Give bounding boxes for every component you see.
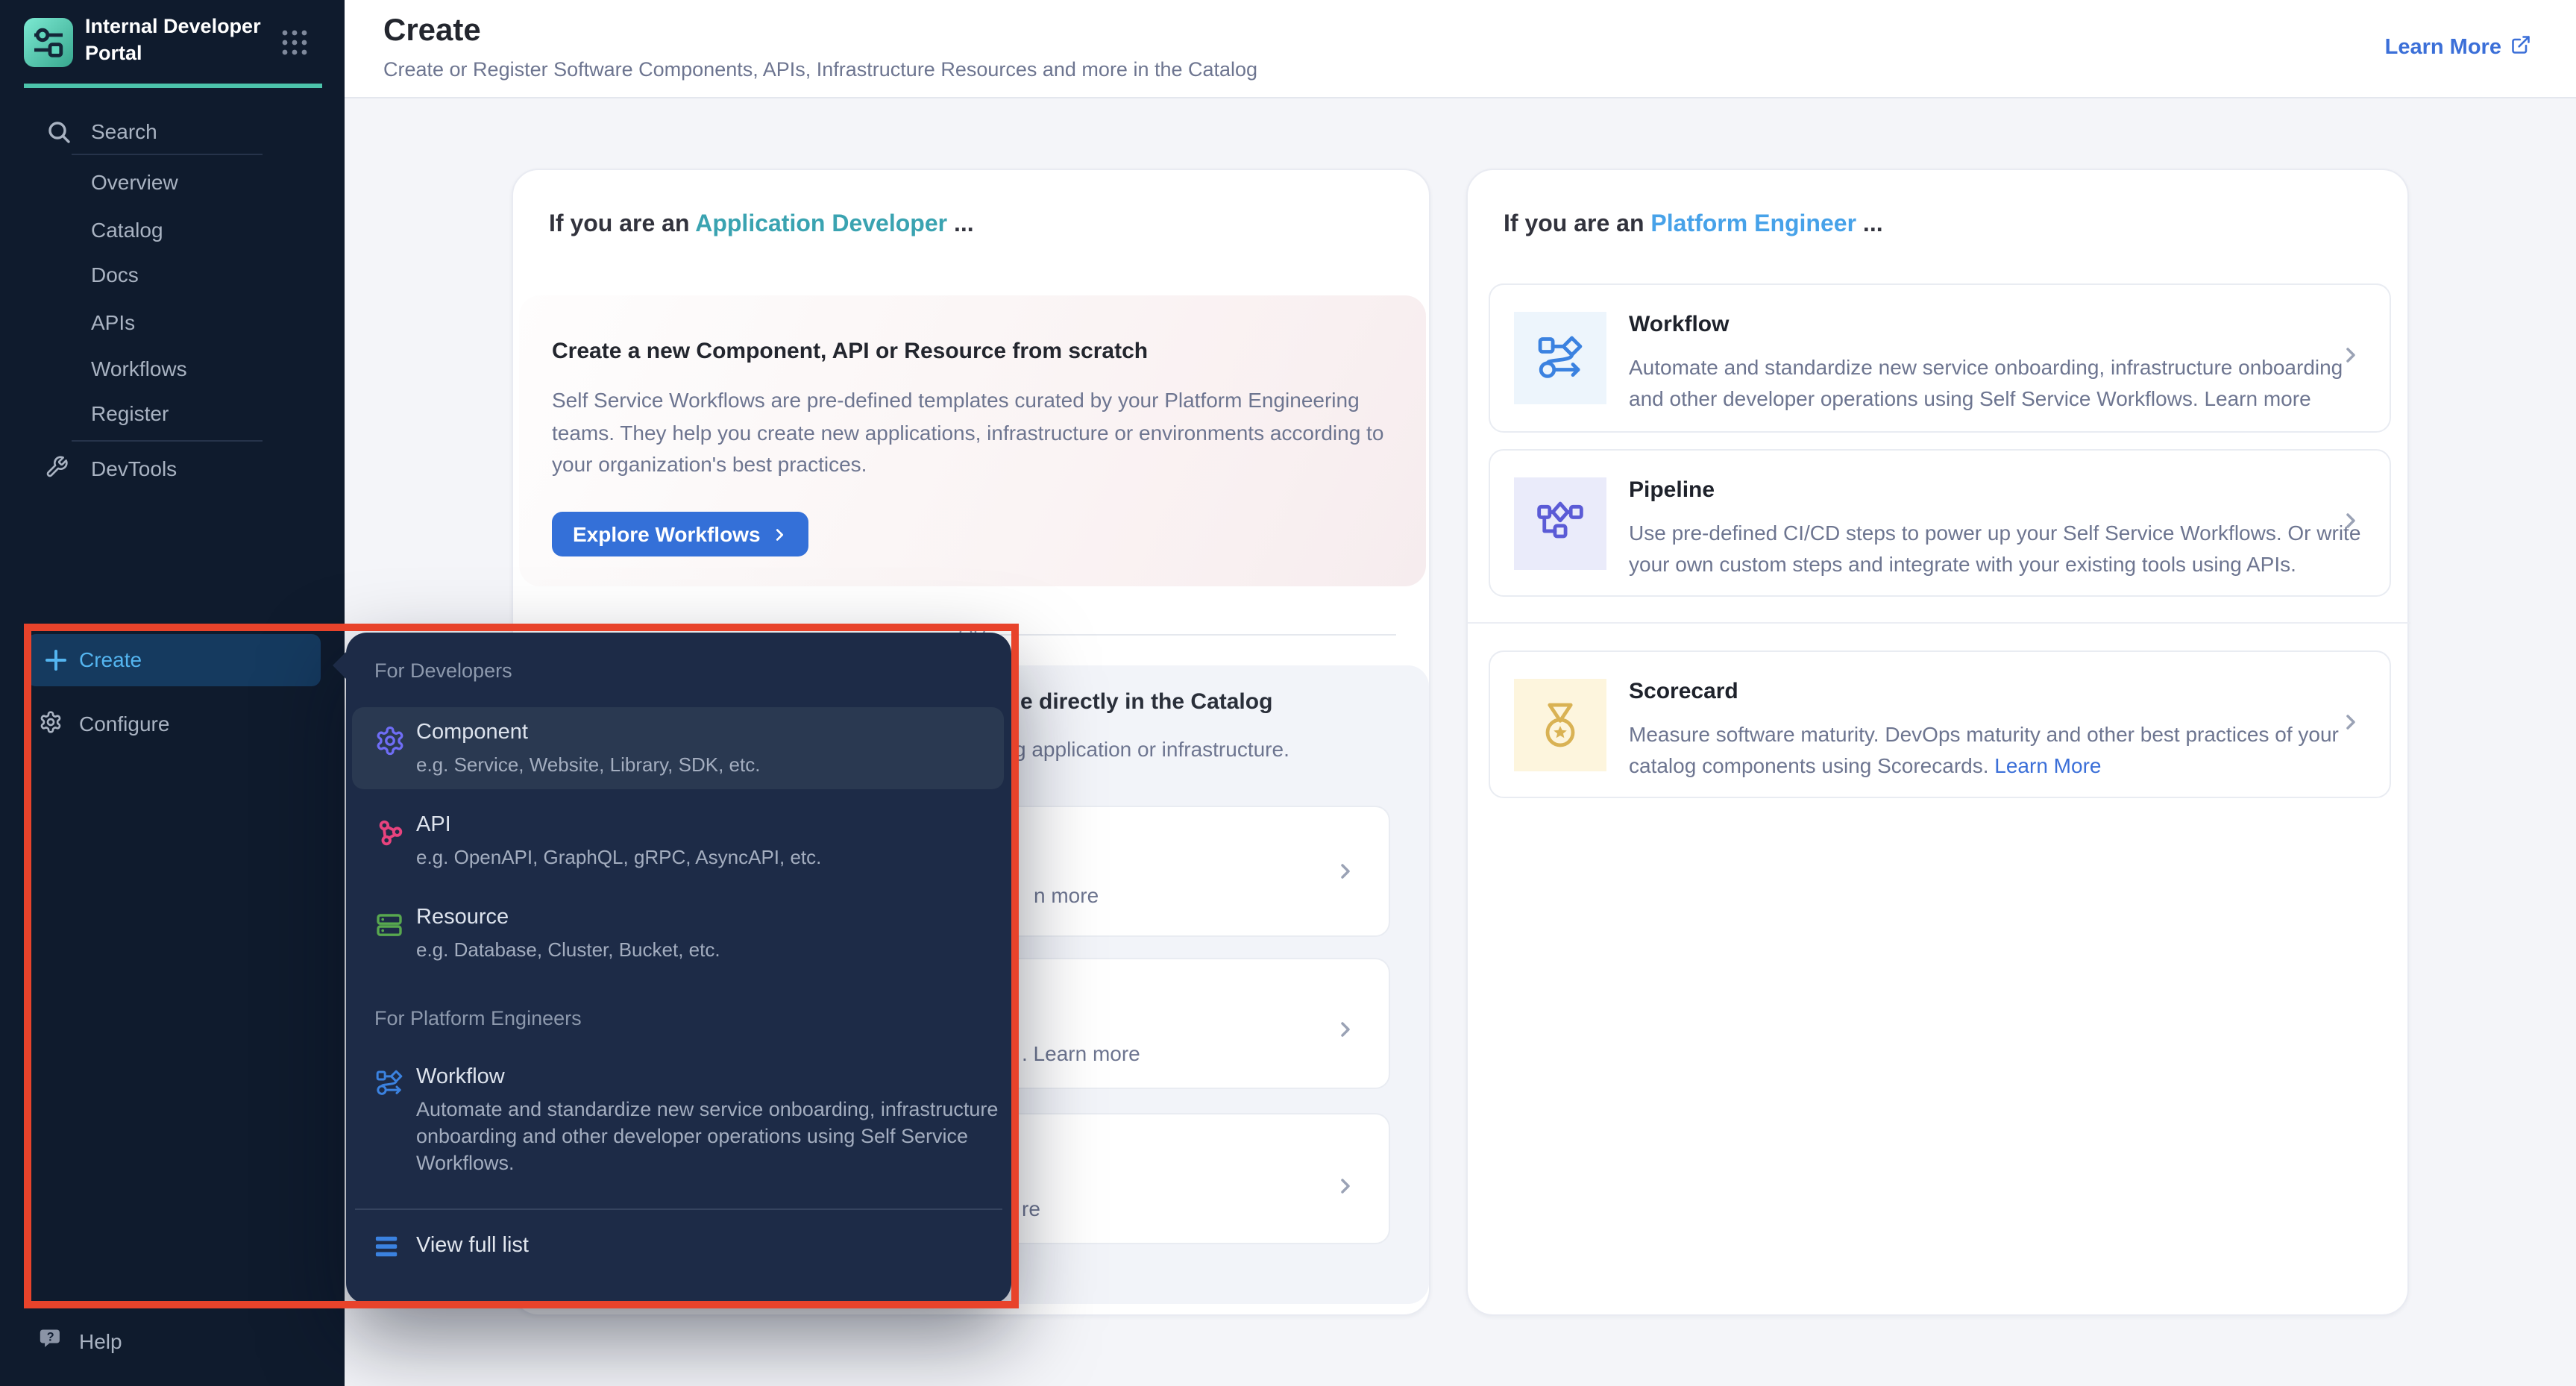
catalog-panel-subtitle-fragment: g application or infrastructure.	[1014, 737, 1289, 761]
component-item-title: Component	[416, 721, 528, 744]
sidebar-item-search[interactable]: Search	[91, 119, 157, 146]
sidebar-item-register[interactable]: Register	[91, 401, 169, 428]
sidebar-item-overview[interactable]: Overview	[91, 170, 178, 197]
workflow-row[interactable]: Workflow Automate and standardize new se…	[1489, 283, 2391, 433]
workflow-item-desc: Workflows.	[416, 1152, 515, 1174]
learn-more-link[interactable]: Learn More	[2385, 34, 2531, 61]
create-from-scratch-panel: Create a new Component, API or Resource …	[519, 295, 1426, 586]
create-flyout-menu: For Developers Component e.g. Service, W…	[346, 633, 1011, 1304]
apps-grid-icon[interactable]	[280, 28, 309, 64]
page-title: Create	[383, 13, 481, 49]
pipeline-icon	[1514, 477, 1606, 570]
chevron-right-icon	[1333, 1017, 1357, 1049]
scratch-panel-title: Create a new Component, API or Resource …	[552, 339, 1148, 364]
role-application-developer: Application Developer	[695, 212, 947, 237]
external-link-icon	[2510, 34, 2531, 61]
menu-divider	[355, 1208, 1002, 1210]
for-developers-section-label: For Developers	[374, 659, 512, 682]
view-full-list-label: View full list	[416, 1234, 529, 1258]
plus-icon	[45, 649, 67, 679]
sidebar-divider	[72, 154, 263, 155]
explore-workflows-button[interactable]: Explore Workflows	[552, 512, 808, 556]
learn-more-label: Learn More	[2385, 36, 2501, 60]
create-label: Create	[79, 647, 142, 671]
search-icon	[46, 119, 72, 152]
explore-workflows-label: Explore Workflows	[573, 522, 761, 546]
sidebar-accent-rule	[24, 84, 322, 87]
workflow-item-desc: Automate and standardize new service onb…	[416, 1098, 998, 1120]
chevron-right-icon	[1333, 859, 1357, 891]
sidebar-divider	[72, 440, 263, 442]
platform-engineer-card: If you are an Platform Engineer ... Wor	[1466, 169, 2409, 1316]
svg-text:?: ?	[47, 1330, 54, 1343]
sidebar-item-configure[interactable]: Configure	[79, 712, 169, 736]
workflow-item-desc: onboarding and other developer operation…	[416, 1125, 968, 1147]
pipeline-row[interactable]: Pipeline Use pre-defined CI/CD steps to …	[1489, 449, 2391, 597]
catalog-row-text-fragment: re	[1022, 1197, 1040, 1220]
sidebar-item-catalog[interactable]: Catalog	[91, 218, 163, 245]
scorecard-row-title: Scorecard	[1629, 679, 1738, 704]
list-icon	[374, 1234, 400, 1267]
app-title: Internal Developer Portal	[85, 13, 267, 66]
wrench-icon	[45, 455, 69, 486]
app-logo-icon	[24, 18, 73, 67]
pipeline-row-desc: your own custom steps and integrate with…	[1629, 552, 2296, 576]
scorecard-row-desc: catalog components using Scorecards. Lea…	[1629, 753, 2101, 777]
sidebar-item-create[interactable]: Create	[27, 634, 321, 686]
sidebar-item-apis[interactable]: APIs	[91, 310, 135, 337]
sidebar-item-devtools[interactable]: DevTools	[91, 457, 177, 483]
api-item-subtitle: e.g. OpenAPI, GraphQL, gRPC, AsyncAPI, e…	[416, 846, 821, 868]
resource-item-subtitle: e.g. Database, Cluster, Bucket, etc.	[416, 938, 720, 961]
workflow-row-title: Workflow	[1629, 312, 1729, 337]
pipeline-row-title: Pipeline	[1629, 477, 1715, 503]
workflow-item-title: Workflow	[416, 1065, 505, 1089]
chevron-right-icon	[771, 526, 788, 542]
sidebar: Internal Developer Portal Search Overvie…	[0, 0, 345, 1386]
component-gear-icon	[374, 725, 406, 764]
sidebar-item-help[interactable]: Help	[79, 1329, 122, 1353]
workflow-icon	[1514, 312, 1606, 404]
help-chat-icon: ?	[39, 1326, 66, 1361]
scratch-panel-body: your organization's best practices.	[552, 452, 867, 476]
scorecard-medal-icon	[1514, 679, 1606, 771]
component-item-subtitle: e.g. Service, Website, Library, SDK, etc…	[416, 753, 760, 776]
scorecard-row[interactable]: Scorecard Measure software maturity. Dev…	[1489, 650, 2391, 798]
page-header: Create Create or Register Software Compo…	[345, 0, 2576, 98]
api-item-title: API	[416, 813, 451, 837]
chevron-right-icon	[1333, 1174, 1357, 1205]
resource-stack-icon	[374, 910, 404, 947]
platform-engineer-card-title: If you are an Platform Engineer ...	[1504, 212, 1883, 239]
sidebar-item-docs[interactable]: Docs	[91, 263, 139, 289]
application-developer-card-title: If you are an Application Developer ...	[549, 212, 974, 239]
sidebar-item-workflows[interactable]: Workflows	[91, 357, 187, 383]
workflow-icon	[374, 1068, 404, 1106]
role-platform-engineer: Platform Engineer	[1650, 212, 1856, 237]
scorecard-learn-more-link[interactable]: Learn More	[1994, 753, 2101, 777]
card-section-divider	[1468, 622, 2410, 624]
workflow-row-desc: and other developer operations using Sel…	[1629, 386, 2311, 410]
chevron-right-icon	[2339, 343, 2363, 374]
resource-item-title: Resource	[416, 906, 509, 929]
menu-item-component[interactable]	[352, 707, 1004, 789]
scorecard-row-desc: Measure software maturity. DevOps maturi…	[1629, 722, 2339, 746]
pipeline-row-desc: Use pre-defined CI/CD steps to power up …	[1629, 521, 2360, 545]
catalog-row-text-fragment: n more	[1034, 883, 1099, 907]
workflow-row-desc: Automate and standardize new service onb…	[1629, 355, 2343, 379]
chevron-right-icon	[2339, 509, 2363, 540]
for-platform-engineers-section-label: For Platform Engineers	[374, 1007, 582, 1029]
catalog-row-text-fragment: . Learn more	[1022, 1041, 1140, 1065]
api-nodes-icon	[374, 818, 406, 856]
page-subtitle: Create or Register Software Components, …	[383, 58, 1257, 81]
gear-icon	[39, 710, 63, 741]
scratch-panel-body: teams. They help you create new applicat…	[552, 421, 1383, 445]
scratch-panel-body: Self Service Workflows are pre-defined t…	[552, 388, 1360, 412]
app-window: Internal Developer Portal Search Overvie…	[0, 0, 2576, 1386]
chevron-right-icon	[2339, 710, 2363, 741]
catalog-panel-heading-fragment: e directly in the Catalog	[1020, 689, 1272, 715]
